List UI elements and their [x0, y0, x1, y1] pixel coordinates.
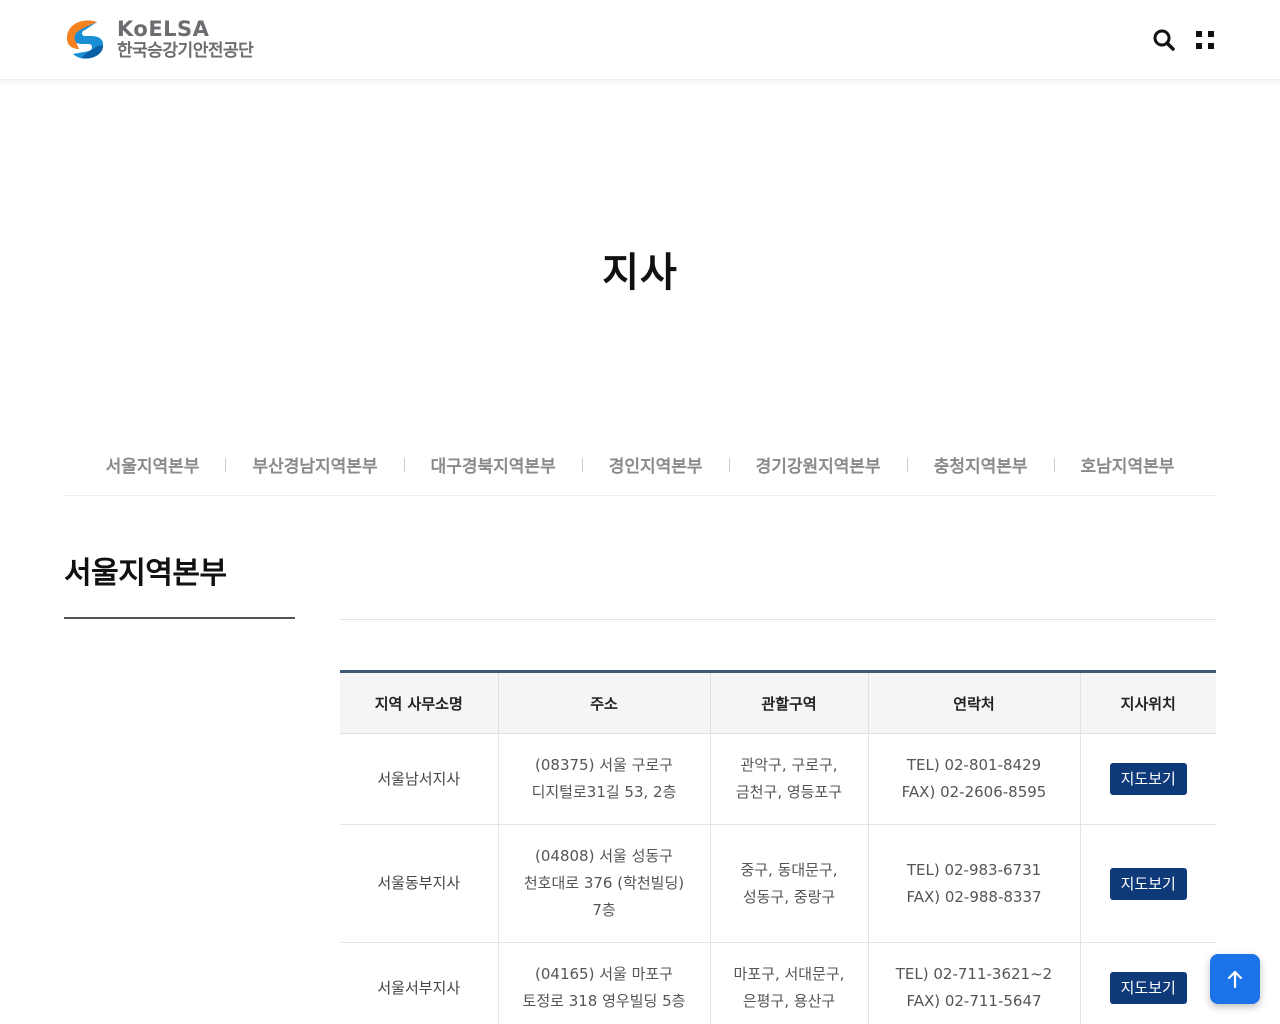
office-contact: TEL) 02-801-8429 FAX) 02-2606-8595 — [868, 733, 1081, 825]
tab-divider — [581, 458, 583, 472]
table-row: 서울서부지사 (04165) 서울 마포구 토정로 318 영우빌딩 5층 마포… — [340, 942, 1216, 1024]
grid-menu-icon[interactable] — [1194, 29, 1216, 51]
office-contact: TEL) 02-983-6731 FAX) 02-988-8337 — [868, 824, 1081, 943]
tab-divider — [1053, 458, 1055, 472]
office-name: 서울동부지사 — [340, 824, 499, 943]
office-address: (04808) 서울 성동구 천호대로 376 (학천빌딩) 7층 — [498, 824, 711, 943]
view-map-button[interactable]: 지도보기 — [1109, 763, 1187, 795]
koelsa-logo-icon — [66, 20, 104, 59]
logo-text-en: KoELSA — [117, 16, 210, 41]
office-address: (04165) 서울 마포구 토정로 318 영우빌딩 5층 — [498, 942, 711, 1024]
office-location: 지도보기 — [1080, 733, 1216, 825]
logo-text-ko: 한국승강기안전공단 — [117, 40, 254, 61]
tab-divider — [728, 458, 730, 472]
office-location: 지도보기 — [1080, 942, 1216, 1024]
site-logo[interactable]: KoELSA 한국승강기안전공단 — [63, 16, 254, 62]
header-office-name: 지역 사무소명 — [340, 671, 499, 734]
header-location: 지사위치 — [1080, 671, 1216, 734]
section-title-underline — [64, 617, 295, 619]
office-location: 지도보기 — [1080, 824, 1216, 943]
tab-chungcheong[interactable]: 충청지역본부 — [934, 440, 1028, 477]
site-header: KoELSA 한국승강기안전공단 — [0, 0, 1280, 80]
content-divider — [340, 619, 1216, 620]
branch-table: 지역 사무소명 주소 관할구역 연락처 지사위치 서울남서지사 (08375) … — [340, 670, 1216, 1024]
tab-gyeonggi-gangwon[interactable]: 경기강원지역본부 — [756, 440, 881, 477]
search-icon[interactable] — [1152, 28, 1176, 52]
office-jurisdiction: 중구, 동대문구, 성동구, 중랑구 — [710, 824, 869, 943]
tab-divider — [225, 458, 227, 472]
table-row: 서울남서지사 (08375) 서울 구로구 디지털로31길 53, 2층 관악구… — [340, 733, 1216, 825]
arrow-up-icon — [1227, 970, 1243, 989]
office-contact: TEL) 02-711-3621~2 FAX) 02-711-5647 — [868, 942, 1081, 1024]
header-contact: 연락처 — [868, 671, 1081, 734]
tab-divider — [906, 458, 908, 472]
section-title: 서울지역본부 — [64, 556, 227, 591]
region-tabs: 서울지역본부 부산경남지역본부 대구경북지역본부 경인지역본부 경기강원지역본부… — [64, 440, 1216, 496]
header-jurisdiction: 관할구역 — [710, 671, 869, 734]
office-address: (08375) 서울 구로구 디지털로31길 53, 2층 — [498, 733, 711, 825]
view-map-button[interactable]: 지도보기 — [1109, 867, 1187, 900]
page-title: 지사 — [602, 250, 678, 296]
header-address: 주소 — [498, 671, 711, 734]
tab-honam[interactable]: 호남지역본부 — [1081, 440, 1175, 477]
table-header-row: 지역 사무소명 주소 관할구역 연락처 지사위치 — [340, 671, 1216, 734]
office-name: 서울남서지사 — [340, 733, 499, 825]
office-name: 서울서부지사 — [340, 942, 499, 1024]
tab-seoul[interactable]: 서울지역본부 — [106, 440, 200, 477]
scroll-to-top-button[interactable] — [1210, 954, 1260, 1004]
tab-divider — [403, 458, 405, 472]
table-row: 서울동부지사 (04808) 서울 성동구 천호대로 376 (학천빌딩) 7층… — [340, 824, 1216, 943]
tab-gyeongin[interactable]: 경인지역본부 — [609, 440, 703, 477]
tab-busan-gyeongnam[interactable]: 부산경남지역본부 — [252, 440, 377, 477]
tab-daegu-gyeongbuk[interactable]: 대구경북지역본부 — [431, 440, 556, 477]
office-jurisdiction: 마포구, 서대문구, 은평구, 용산구 — [710, 942, 869, 1024]
view-map-button[interactable]: 지도보기 — [1109, 972, 1187, 1004]
branch-table-container: 지역 사무소명 주소 관할구역 연락처 지사위치 서울남서지사 (08375) … — [340, 670, 1216, 1024]
office-jurisdiction: 관악구, 구로구, 금천구, 영등포구 — [710, 733, 869, 825]
